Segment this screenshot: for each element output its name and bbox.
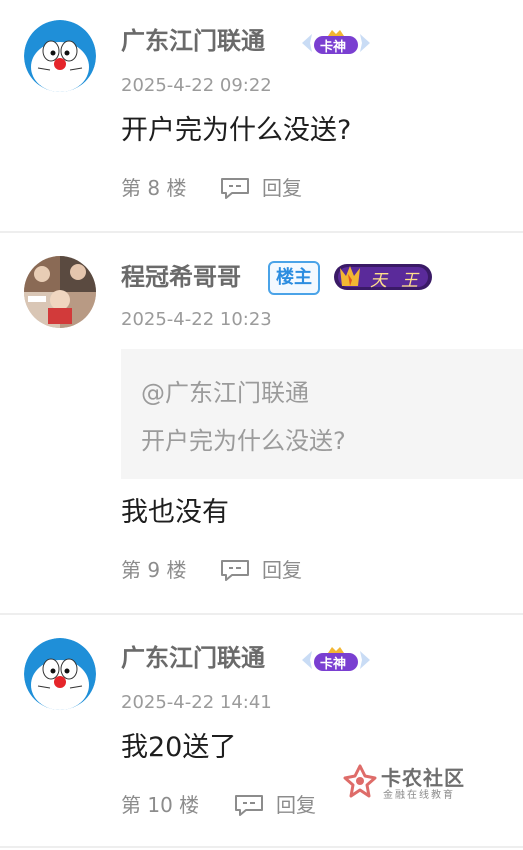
divider <box>0 846 523 848</box>
username[interactable]: 广东江门联通 <box>121 26 265 56</box>
avatar[interactable] <box>24 256 96 328</box>
kanong-watermark: 卡农社区 金融在线教育 <box>343 762 473 802</box>
comment-icon <box>235 795 263 816</box>
post-content: 开户完为什么没送? <box>121 115 352 146</box>
reply-label: 回复 <box>262 176 302 200</box>
reply-button[interactable]: 回复 <box>220 556 302 584</box>
username[interactable]: 广东江门联通 <box>121 643 265 673</box>
quoted-reply[interactable]: @广东江门联通 开户完为什么没送? <box>121 349 523 479</box>
quote-mention[interactable]: @广东江门联通 <box>141 373 309 408</box>
reply-label: 回复 <box>262 558 302 582</box>
tianwang-badge-text: 天王 <box>370 271 432 291</box>
reply-button[interactable]: 回复 <box>220 174 302 202</box>
post-content: 我20送了 <box>121 732 237 763</box>
comment-icon <box>221 178 249 199</box>
post-time: 2025-4-22 09:22 <box>121 75 272 96</box>
kanong-logo-icon <box>343 764 377 798</box>
kashen-badge-text: 卡神 <box>320 657 347 672</box>
floor-number: 第 9 楼 <box>121 558 187 582</box>
post-content: 我也没有 <box>121 497 229 528</box>
reply-button[interactable]: 回复 <box>234 791 316 819</box>
avatar[interactable] <box>24 20 96 92</box>
kashen-badge-text: 卡神 <box>320 40 347 55</box>
divider <box>0 231 523 233</box>
thread-owner-badge: 楼主 <box>268 261 320 295</box>
avatar[interactable] <box>24 638 96 710</box>
post-time: 2025-4-22 10:23 <box>121 309 272 330</box>
reply-label: 回复 <box>276 793 316 817</box>
post-time: 2025-4-22 14:41 <box>121 692 272 713</box>
floor-number: 第 10 楼 <box>121 793 200 817</box>
username[interactable]: 程冠希哥哥 <box>121 262 241 292</box>
comment-icon <box>221 560 249 581</box>
quote-text: 开户完为什么没送? <box>141 427 346 455</box>
watermark-subtitle: 金融在线教育 <box>383 790 455 801</box>
floor-number: 第 8 楼 <box>121 176 187 200</box>
divider <box>0 613 523 615</box>
